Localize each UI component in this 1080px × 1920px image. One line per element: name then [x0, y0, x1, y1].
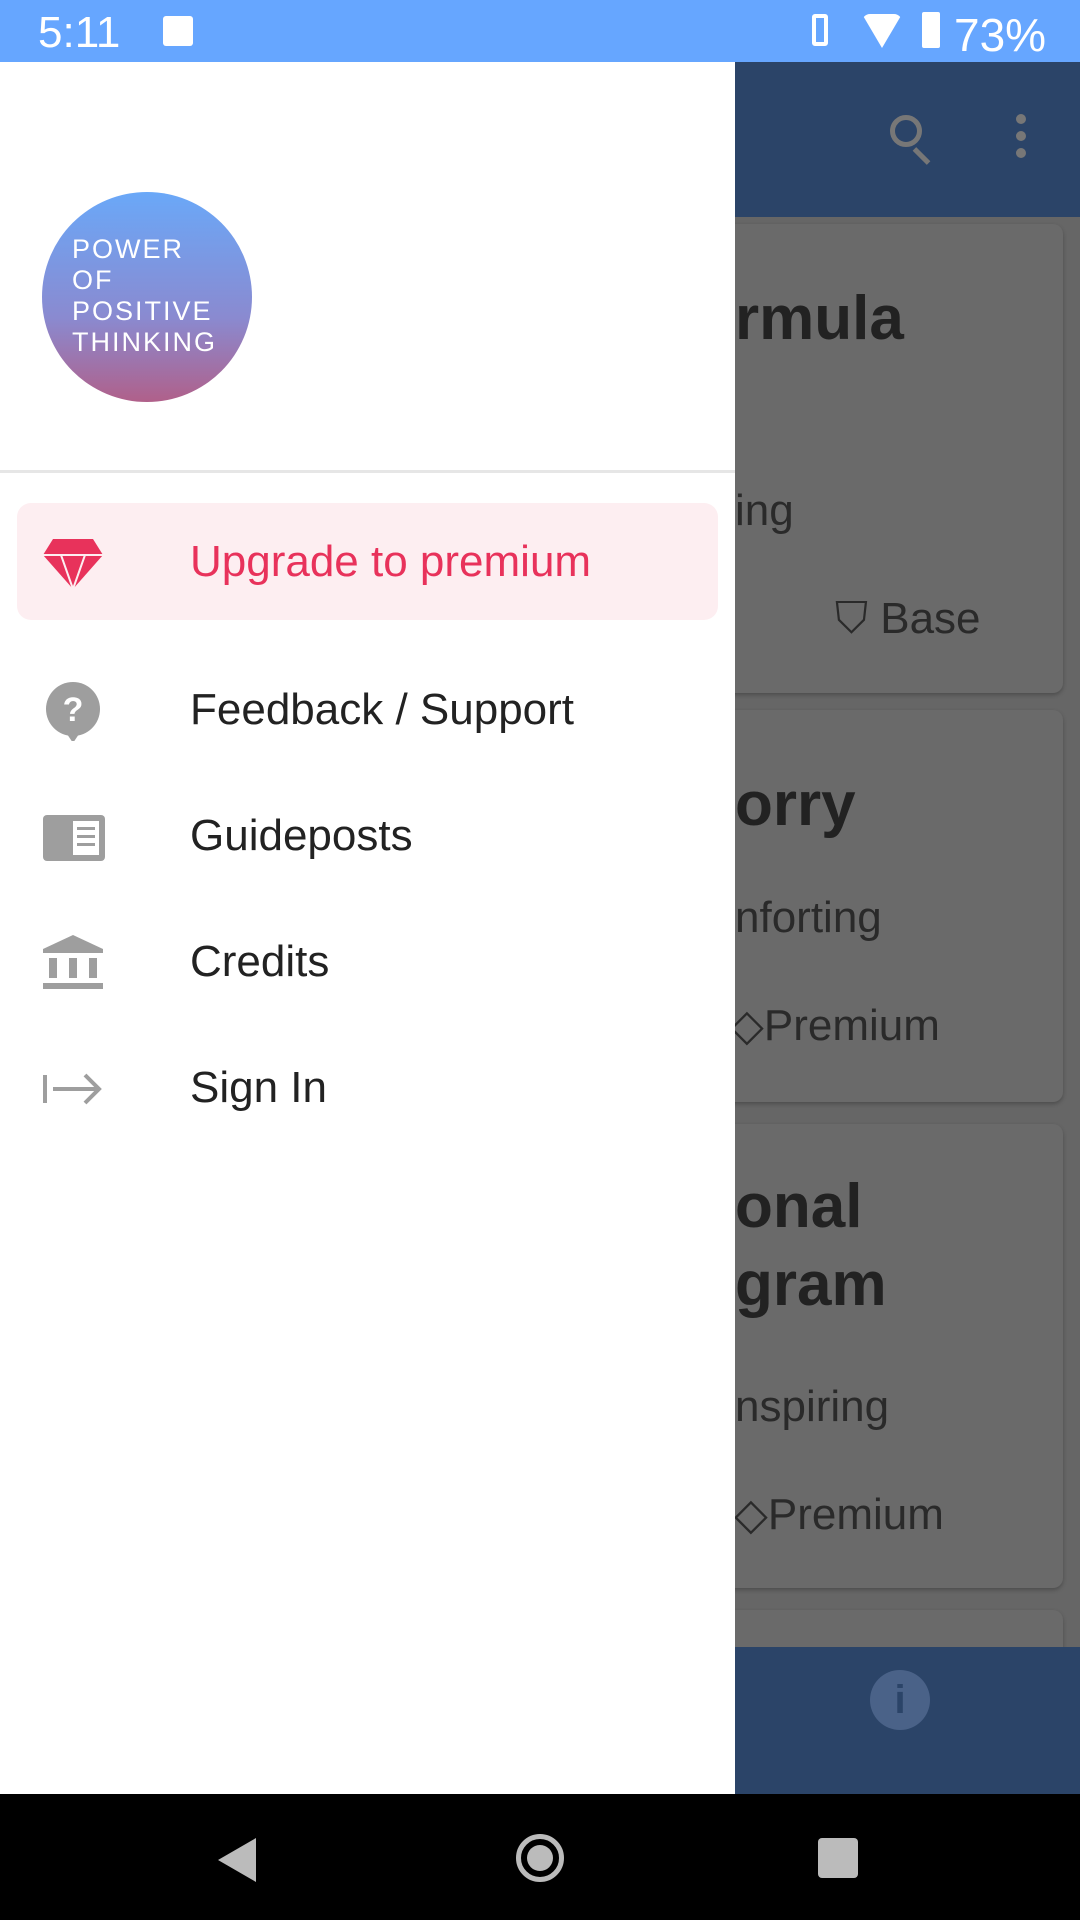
card-title: rmula [735, 284, 904, 353]
card[interactable]: orry nforting ◇Premium [690, 710, 1063, 1102]
more-options-icon[interactable] [1016, 114, 1026, 165]
image-notification-icon [163, 16, 193, 46]
drawer-item-label: Sign In [190, 1063, 327, 1112]
wifi-icon [862, 14, 902, 48]
clock: 5:11 [38, 8, 121, 57]
drawer-item-sign-in[interactable]: Sign In [17, 1029, 718, 1146]
card-subtitle: nforting [735, 893, 882, 942]
search-icon[interactable] [890, 115, 922, 147]
card-badge: ◇Premium [730, 1001, 940, 1050]
drawer-item-feedback[interactable]: ? Feedback / Support [17, 651, 718, 768]
home-icon[interactable] [516, 1834, 564, 1882]
card-badge: ◇Premium [734, 1490, 944, 1539]
drawer-item-label: Upgrade to premium [190, 537, 592, 586]
app-logo: POWER OF POSITIVE THINKING [42, 192, 252, 402]
diamond-icon: ◇ [730, 1001, 764, 1050]
battery-percent: 73% [954, 9, 1047, 61]
bank-icon [43, 935, 103, 989]
vibrate-icon [812, 14, 828, 46]
help-icon: ? [46, 682, 100, 741]
card[interactable]: rmula ing ⛉ Base [690, 224, 1063, 693]
book-icon [43, 815, 105, 861]
drawer-item-label: Guideposts [190, 811, 413, 860]
info-icon[interactable]: i [870, 1670, 930, 1730]
drawer-item-label: Credits [190, 937, 330, 986]
card-title: orry [735, 770, 856, 839]
diamond-icon: ◇ [734, 1490, 768, 1539]
recents-icon[interactable] [818, 1838, 858, 1878]
drawer-item-label: Feedback / Support [190, 685, 575, 734]
sign-in-icon [43, 1073, 102, 1105]
drawer-item-upgrade[interactable]: Upgrade to premium [17, 503, 718, 620]
card-title: onal gram [735, 1172, 887, 1319]
card-subtitle: ing [735, 486, 794, 535]
status-bar: 5:11 73% [0, 0, 1080, 62]
back-icon[interactable] [218, 1838, 256, 1882]
drawer-item-credits[interactable]: Credits [17, 903, 718, 1020]
drawer-item-guideposts[interactable]: Guideposts [17, 777, 718, 894]
shield-icon: ⛉ [835, 594, 881, 643]
divider [0, 470, 735, 473]
card-badge: ⛉ Base [835, 594, 981, 643]
card[interactable]: onal gram nspiring ◇Premium [690, 1124, 1063, 1588]
navigation-drawer: POWER OF POSITIVE THINKING Upgrade to premi… [0, 62, 735, 1794]
diamond-icon [43, 539, 103, 593]
battery-icon [922, 12, 940, 48]
svg-text:?: ? [63, 691, 84, 729]
card-subtitle: nspiring [735, 1382, 890, 1431]
